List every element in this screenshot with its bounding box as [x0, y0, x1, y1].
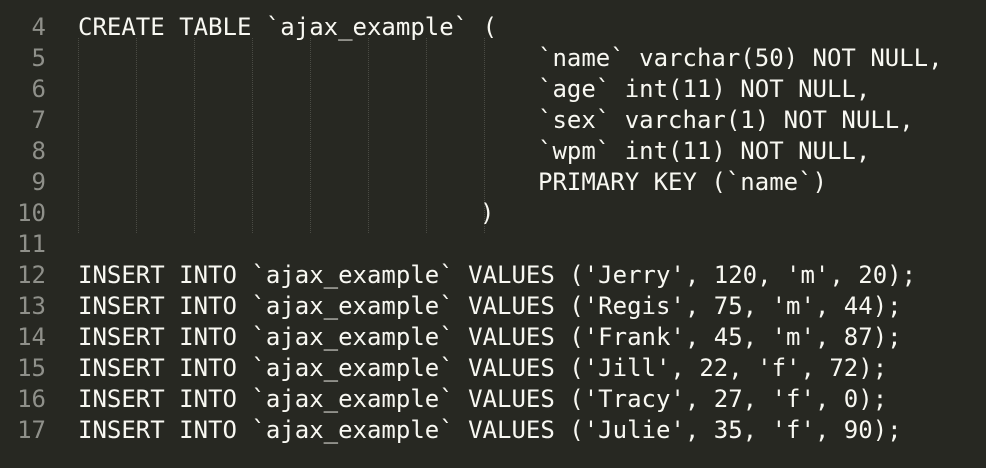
code-text[interactable]: CREATE TABLE `ajax_example` ( — [78, 12, 497, 43]
line-number: 4 — [31, 13, 46, 41]
code-line[interactable]: 7 `sex` varchar(1) NOT NULL, — [0, 105, 986, 136]
code-text[interactable]: INSERT INTO `ajax_example` VALUES ('Jill… — [78, 353, 887, 384]
previous-line-number-fragment: ‾‾ — [29, 0, 46, 3]
code-text[interactable]: `sex` varchar(1) NOT NULL, — [538, 105, 914, 136]
code-text[interactable]: `name` varchar(50) NOT NULL, — [538, 43, 943, 74]
line-number: 13 — [17, 292, 46, 320]
code-text[interactable]: INSERT INTO `ajax_example` VALUES ('Fran… — [78, 322, 902, 353]
code-line[interactable]: 4 CREATE TABLE `ajax_example` ( — [0, 12, 986, 43]
line-number: 10 — [17, 199, 46, 227]
code-text[interactable]: INSERT INTO `ajax_example` VALUES ('Trac… — [78, 384, 887, 415]
code-text[interactable]: PRIMARY KEY (`name`) — [538, 167, 827, 198]
code-line[interactable]: 14 INSERT INTO `ajax_example` VALUES ('Fr… — [0, 322, 986, 353]
code-text[interactable]: `age` int(11) NOT NULL, — [538, 74, 870, 105]
code-text[interactable]: ) — [480, 198, 494, 229]
code-text[interactable]: INSERT INTO `ajax_example` VALUES ('Regi… — [78, 291, 902, 322]
code-line[interactable]: 9 PRIMARY KEY (`name`) — [0, 167, 986, 198]
code-text[interactable]: `wpm` int(11) NOT NULL, — [538, 136, 870, 167]
line-number: 5 — [31, 44, 46, 72]
line-number: 17 — [17, 416, 46, 444]
code-line[interactable]: 8 `wpm` int(11) NOT NULL, — [0, 136, 986, 167]
code-line[interactable]: 12 INSERT INTO `ajax_example` VALUES ('Je… — [0, 260, 986, 291]
line-number: 15 — [17, 354, 46, 382]
code-line[interactable]: 6 `age` int(11) NOT NULL, — [0, 74, 986, 105]
line-number: 8 — [31, 137, 46, 165]
code-line[interactable]: 16 INSERT INTO `ajax_example` VALUES ('Tr… — [0, 384, 986, 415]
code-line[interactable]: 11 — [0, 229, 986, 260]
line-number: 16 — [17, 385, 46, 413]
code-editor[interactable]: ‾‾ 4 CREATE TABLE `ajax_example` ( 5 `name`… — [0, 0, 986, 468]
code-line[interactable]: 13 INSERT INTO `ajax_example` VALUES ('Re… — [0, 291, 986, 322]
code-line[interactable]: 17 INSERT INTO `ajax_example` VALUES ('Ju… — [0, 415, 986, 446]
line-number: 7 — [31, 106, 46, 134]
line-number: 12 — [17, 261, 46, 289]
line-number: 9 — [31, 168, 46, 196]
code-text[interactable]: INSERT INTO `ajax_example` VALUES ('Jerr… — [78, 260, 916, 291]
code-line[interactable]: 10) — [0, 198, 986, 229]
line-number: 14 — [17, 323, 46, 351]
code-line[interactable]: 5 `name` varchar(50) NOT NULL, — [0, 43, 986, 74]
line-number: 6 — [31, 75, 46, 103]
code-line[interactable]: 15 INSERT INTO `ajax_example` VALUES ('Ji… — [0, 353, 986, 384]
code-text[interactable]: INSERT INTO `ajax_example` VALUES ('Juli… — [78, 415, 902, 446]
line-number: 11 — [17, 230, 46, 258]
